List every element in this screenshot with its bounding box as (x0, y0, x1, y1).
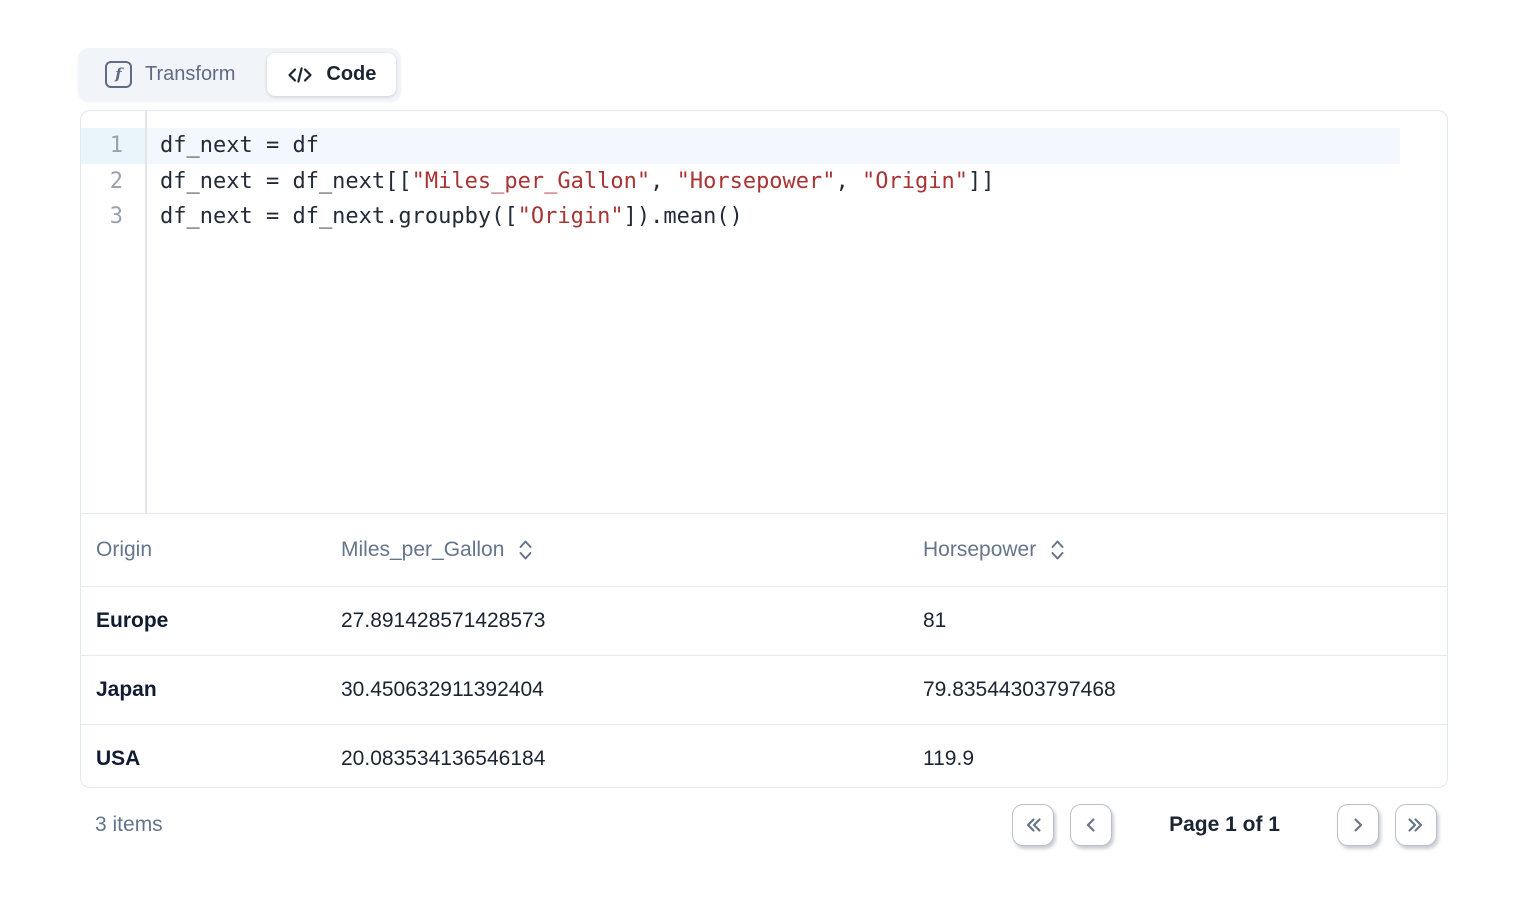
horsepower-cell: 119.9 (908, 747, 1447, 771)
tab-code[interactable]: Code (267, 53, 396, 96)
sort-vertical-icon[interactable] (518, 538, 533, 562)
tab-code-label: Code (326, 63, 376, 86)
table-footer: 3 items Page 1 of 1 (80, 796, 1448, 854)
code-line-2: df_next = df_next[["Miles_per_Gallon", "… (147, 164, 1447, 200)
column-header-horsepower[interactable]: Horsepower (908, 538, 1447, 562)
line-number: 2 (81, 164, 145, 200)
column-label: Horsepower (923, 538, 1036, 562)
view-toggle: Transform Code (78, 48, 401, 101)
column-label: Origin (96, 538, 152, 562)
code-line-1: df_next = df (147, 128, 1400, 164)
table-row: USA 20.083534136546184 119.9 (81, 724, 1447, 793)
code-token: , (836, 169, 863, 194)
string-token: "Origin" (518, 204, 624, 229)
horsepower-cell: 81 (908, 609, 1447, 633)
code-token: df_next = df_next[[ (160, 169, 412, 194)
first-page-button[interactable] (1012, 804, 1054, 846)
last-page-button[interactable] (1395, 804, 1437, 846)
chevrons-left-icon (1021, 813, 1045, 837)
line-number: 1 (81, 128, 145, 164)
column-header-origin: Origin (81, 538, 326, 562)
row-index-cell: Europe (81, 609, 326, 633)
previous-page-button[interactable] (1070, 804, 1112, 846)
string-token: "Origin" (862, 169, 968, 194)
code-content: df_next = df df_next = df_next[["Miles_p… (147, 111, 1447, 513)
column-label: Miles_per_Gallon (341, 538, 504, 562)
chevron-left-icon (1079, 813, 1103, 837)
pagination: Page 1 of 1 (1012, 804, 1437, 846)
row-index-cell: Japan (81, 678, 326, 702)
mpg-cell: 20.083534136546184 (326, 747, 908, 771)
row-index-cell: USA (81, 747, 326, 771)
mpg-cell: 30.450632911392404 (326, 678, 908, 702)
next-page-button[interactable] (1337, 804, 1379, 846)
code-token: df_next = df_next.groupby([ (160, 204, 518, 229)
tab-transform-label: Transform (145, 63, 235, 86)
sort-vertical-icon[interactable] (1050, 538, 1065, 562)
code-token: ]).mean() (624, 204, 743, 229)
string-token: "Miles_per_Gallon" (412, 169, 650, 194)
table-header: Origin Miles_per_Gallon Horsepower (81, 514, 1447, 586)
mpg-cell: 27.891428571428573 (326, 609, 908, 633)
code-line-3: df_next = df_next.groupby(["Origin"]).me… (147, 199, 1447, 235)
code-token: , (650, 169, 677, 194)
horsepower-cell: 79.83544303797468 (908, 678, 1447, 702)
line-number: 3 (81, 199, 145, 235)
code-editor[interactable]: 1 2 3 df_next = df df_next = df_next[["M… (81, 111, 1447, 514)
table-row: Europe 27.891428571428573 81 (81, 586, 1447, 655)
page-indicator: Page 1 of 1 (1169, 813, 1280, 837)
line-number-gutter: 1 2 3 (81, 111, 147, 513)
chevron-right-icon (1346, 813, 1370, 837)
column-header-miles-per-gallon[interactable]: Miles_per_Gallon (326, 538, 908, 562)
function-icon (105, 61, 132, 88)
table-row: Japan 30.450632911392404 79.835443037974… (81, 655, 1447, 724)
items-count: 3 items (95, 813, 163, 837)
code-token: df_next = df (160, 133, 319, 158)
string-token: "Horsepower" (677, 169, 836, 194)
code-slash-icon (287, 65, 313, 85)
chevrons-right-icon (1404, 813, 1428, 837)
code-token: ]] (968, 169, 995, 194)
result-panel: 1 2 3 df_next = df df_next = df_next[["M… (80, 110, 1448, 788)
transform-widget: Transform Code 1 2 3 df_next = df df_nex… (0, 0, 1516, 918)
tab-transform[interactable]: Transform (78, 48, 262, 101)
